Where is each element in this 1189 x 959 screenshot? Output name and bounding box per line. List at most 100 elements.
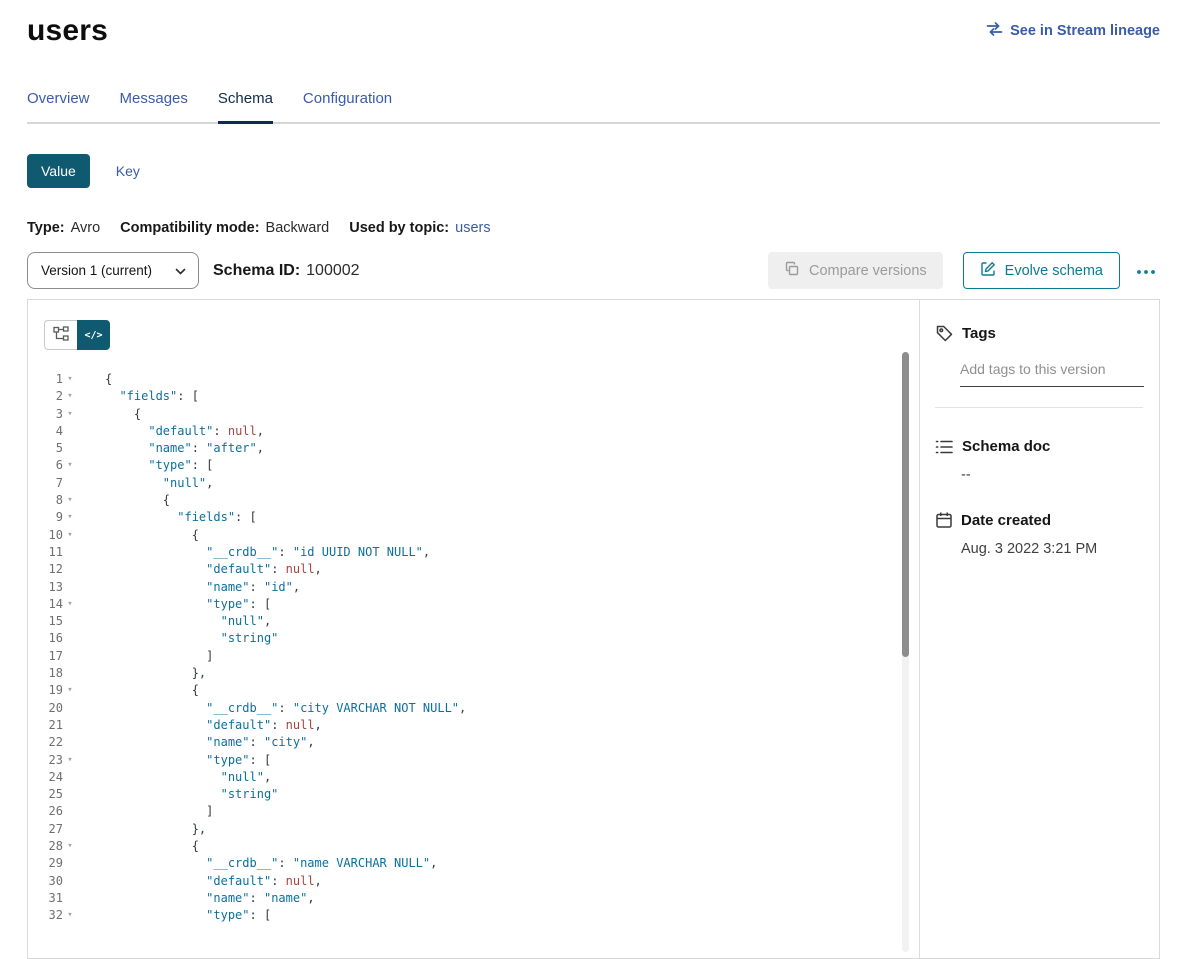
schema-id-label: Schema ID: xyxy=(213,262,300,280)
line-number: 12 xyxy=(28,561,63,578)
tree-view-button[interactable] xyxy=(44,320,77,350)
code-text: { xyxy=(77,838,199,855)
date-created-value: Aug. 3 2022 3:21 PM xyxy=(961,541,1143,557)
more-options-button[interactable] xyxy=(1132,255,1160,286)
fold-spacer xyxy=(63,613,77,630)
fold-arrow-icon[interactable]: ▾ xyxy=(63,596,77,613)
chevron-down-icon xyxy=(175,263,186,278)
sidebar-divider xyxy=(935,407,1143,408)
code-line: 16 "string" xyxy=(28,630,919,647)
line-number: 2 xyxy=(28,388,63,405)
line-number: 22 xyxy=(28,734,63,751)
tree-view-icon xyxy=(53,326,69,344)
fold-arrow-icon[interactable]: ▾ xyxy=(63,838,77,855)
code-line: 3▾ { xyxy=(28,406,919,423)
fold-spacer xyxy=(63,561,77,578)
type-value: Avro xyxy=(71,220,101,236)
code-line: 4 "default": null, xyxy=(28,423,919,440)
code-line: 19▾ { xyxy=(28,682,919,699)
fold-spacer xyxy=(63,873,77,890)
fold-arrow-icon[interactable]: ▾ xyxy=(63,752,77,769)
schema-panel: </> 1▾{2▾ "fields": [3▾ {4 "default": nu… xyxy=(27,299,1160,959)
code-text: "name": "id", xyxy=(77,579,300,596)
tags-section-header: Tags xyxy=(935,324,1143,343)
schema-page: users See in Stream lineage Overview Mess… xyxy=(0,0,1189,959)
code-lines: 1▾{2▾ "fields": [3▾ {4 "default": null,5… xyxy=(28,371,919,925)
compare-versions-button[interactable]: Compare versions xyxy=(768,252,943,289)
code-text: "string" xyxy=(77,786,278,803)
stream-lineage-label: See in Stream lineage xyxy=(1010,23,1160,39)
fold-arrow-icon[interactable]: ▾ xyxy=(63,388,77,405)
fold-spacer xyxy=(63,630,77,647)
schema-editor: </> 1▾{2▾ "fields": [3▾ {4 "default": nu… xyxy=(28,300,919,958)
calendar-icon xyxy=(935,511,953,529)
tab-bar: Overview Messages Schema Configuration xyxy=(27,90,1160,124)
fold-arrow-icon[interactable]: ▾ xyxy=(63,371,77,388)
line-number: 30 xyxy=(28,873,63,890)
fold-spacer xyxy=(63,579,77,596)
fold-arrow-icon[interactable]: ▾ xyxy=(63,457,77,474)
fold-arrow-icon[interactable]: ▾ xyxy=(63,509,77,526)
code-text: }, xyxy=(77,665,206,682)
fold-spacer xyxy=(63,855,77,872)
fold-spacer xyxy=(63,648,77,665)
ellipsis-icon xyxy=(1136,263,1156,278)
code-text: "type": [ xyxy=(77,596,271,613)
code-text: "default": null, xyxy=(77,873,322,890)
code-text: "__crdb__": "id UUID NOT NULL", xyxy=(77,544,430,561)
line-number: 24 xyxy=(28,769,63,786)
stream-lineage-link[interactable]: See in Stream lineage xyxy=(986,22,1160,40)
line-number: 1 xyxy=(28,371,63,388)
value-toggle-button[interactable]: Value xyxy=(27,154,90,188)
code-text: "default": null, xyxy=(77,423,264,440)
editor-scrollbar-thumb[interactable] xyxy=(902,352,909,657)
code-text: "null", xyxy=(77,613,271,630)
code-line: 11 "__crdb__": "id UUID NOT NULL", xyxy=(28,544,919,561)
line-number: 18 xyxy=(28,665,63,682)
evolve-schema-button[interactable]: Evolve schema xyxy=(963,252,1120,289)
fold-spacer xyxy=(63,769,77,786)
code-text: { xyxy=(77,527,199,544)
code-line: 17 ] xyxy=(28,648,919,665)
fold-arrow-icon[interactable]: ▾ xyxy=(63,682,77,699)
code-text: ] xyxy=(77,803,213,820)
fold-spacer xyxy=(63,440,77,457)
code-view-button[interactable]: </> xyxy=(77,320,110,350)
fold-spacer xyxy=(63,890,77,907)
code-line: 28▾ { xyxy=(28,838,919,855)
tags-input[interactable] xyxy=(960,359,1144,387)
code-line: 15 "null", xyxy=(28,613,919,630)
code-text: "string" xyxy=(77,630,278,647)
code-text: { xyxy=(77,406,141,423)
type-label: Type: xyxy=(27,220,65,236)
tab-messages[interactable]: Messages xyxy=(120,90,188,122)
code-line: 18 }, xyxy=(28,665,919,682)
editor-scrollbar[interactable] xyxy=(902,352,909,952)
schema-id-value: 100002 xyxy=(306,262,359,280)
fold-arrow-icon[interactable]: ▾ xyxy=(63,527,77,544)
tab-schema[interactable]: Schema xyxy=(218,90,273,122)
code-text: "default": null, xyxy=(77,561,322,578)
compatibility-label: Compatibility mode: xyxy=(120,220,259,236)
code-line: 25 "string" xyxy=(28,786,919,803)
version-select[interactable]: Version 1 (current) xyxy=(27,252,199,289)
compatibility-value: Backward xyxy=(266,220,330,236)
code-text: "name": "city", xyxy=(77,734,315,751)
line-number: 16 xyxy=(28,630,63,647)
code-line: 1▾{ xyxy=(28,371,919,388)
topic-link[interactable]: users xyxy=(455,220,490,236)
key-toggle-button[interactable]: Key xyxy=(102,154,154,188)
code-line: 13 "name": "id", xyxy=(28,579,919,596)
tab-configuration[interactable]: Configuration xyxy=(303,90,392,122)
fold-arrow-icon[interactable]: ▾ xyxy=(63,406,77,423)
schema-meta: Type: Avro Compatibility mode: Backward … xyxy=(27,220,1160,236)
fold-spacer xyxy=(63,717,77,734)
code-line: 27 }, xyxy=(28,821,919,838)
version-select-value: Version 1 (current) xyxy=(41,263,152,278)
fold-arrow-icon[interactable]: ▾ xyxy=(63,492,77,509)
line-number: 20 xyxy=(28,700,63,717)
tab-overview[interactable]: Overview xyxy=(27,90,90,122)
line-number: 9 xyxy=(28,509,63,526)
code-text: "name": "name", xyxy=(77,890,315,907)
code-text: ] xyxy=(77,648,213,665)
